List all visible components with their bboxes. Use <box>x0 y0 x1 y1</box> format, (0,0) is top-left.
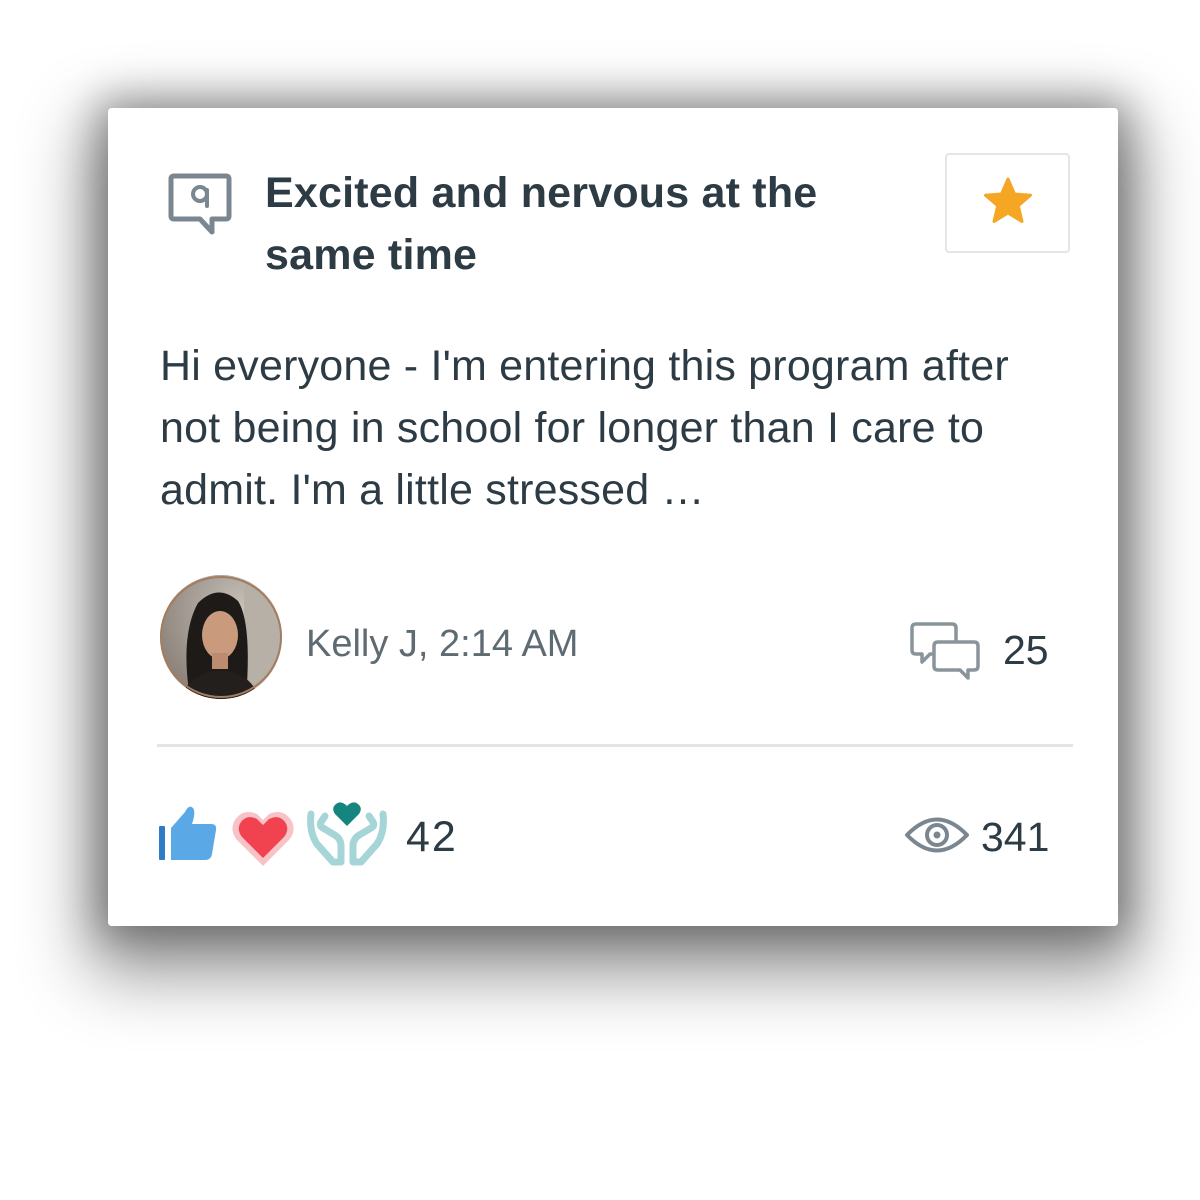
author-avatar[interactable] <box>160 575 282 699</box>
favorite-button[interactable] <box>945 153 1070 253</box>
thumbs-up-icon[interactable] <box>155 802 221 864</box>
reaction-count: 42 <box>406 813 458 861</box>
star-icon <box>982 176 1034 231</box>
hands-heart-icon[interactable] <box>305 800 389 870</box>
reply-count: 25 <box>1003 627 1049 673</box>
chat-bubbles-icon[interactable] <box>910 620 982 684</box>
author-and-time[interactable]: Kelly J, 2:14 AM <box>306 620 578 668</box>
post-title[interactable]: Excited and nervous at the same time <box>265 162 905 286</box>
view-count: 341 <box>981 814 1050 860</box>
question-bubble-icon <box>168 172 232 238</box>
divider <box>157 744 1073 747</box>
post-excerpt[interactable]: Hi everyone - I'm entering this program … <box>160 335 1040 521</box>
heart-icon[interactable] <box>229 806 297 870</box>
eye-icon <box>904 812 970 858</box>
